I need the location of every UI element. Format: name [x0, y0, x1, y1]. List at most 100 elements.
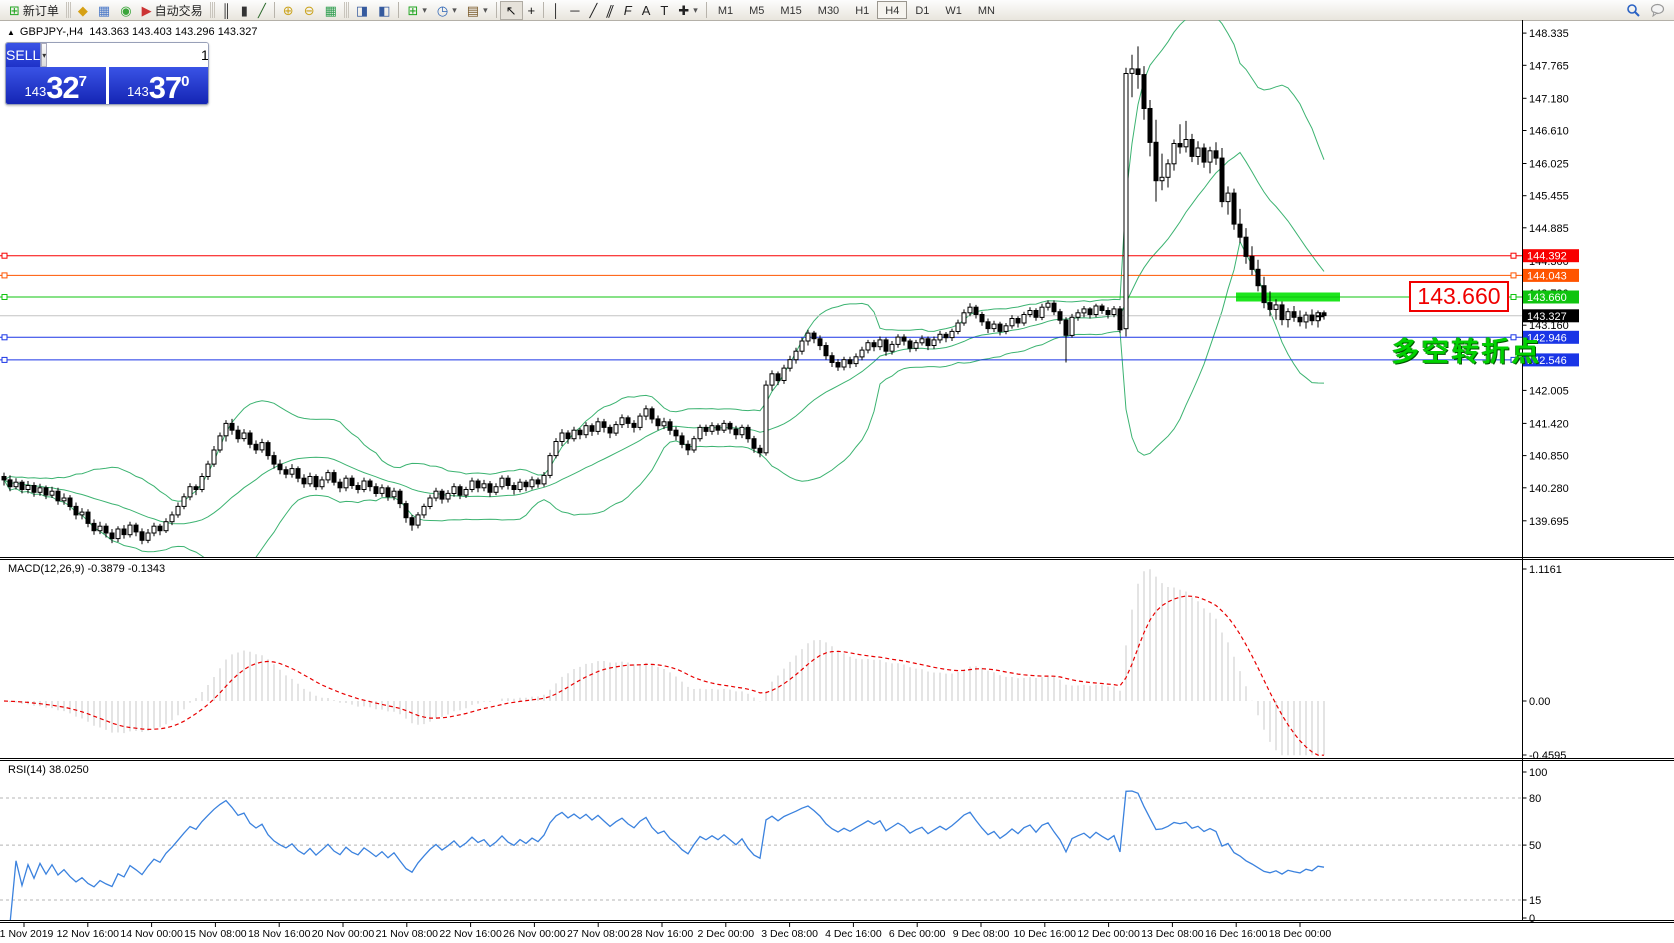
bull-candle	[890, 344, 894, 351]
timeframe-h4[interactable]: H4	[877, 1, 907, 19]
timeframe-m30[interactable]: M30	[810, 1, 847, 19]
timeframe-m5[interactable]: M5	[741, 1, 772, 19]
search-button[interactable]	[1621, 1, 1645, 20]
bull-candle	[260, 443, 264, 450]
bear-candle	[752, 439, 756, 449]
cursor-icon: ↖	[506, 4, 517, 17]
bear-candle	[536, 480, 540, 484]
indicators-button[interactable]: ⊞ ▾	[402, 1, 431, 20]
vline-tool-button[interactable]: │	[547, 1, 565, 20]
bull-candle	[326, 473, 330, 480]
bar-chart-button[interactable]: ║	[217, 1, 236, 20]
bull-candle	[1304, 315, 1308, 322]
timeframe-mn[interactable]: MN	[970, 1, 1003, 19]
line-handle[interactable]	[2, 295, 7, 300]
line-handle[interactable]	[2, 253, 7, 258]
bull-candle	[1010, 319, 1014, 326]
line-handle[interactable]	[2, 357, 7, 362]
collapse-icon[interactable]: ▲	[7, 28, 15, 37]
crosshair-tool-button[interactable]: +	[523, 1, 541, 20]
bull-candle	[1172, 144, 1176, 164]
cursor-tool-button[interactable]: ↖	[500, 1, 523, 20]
bull-candle	[788, 360, 792, 369]
time-axis-label: 21 Nov 08:00	[376, 928, 439, 940]
sell-price-button[interactable]: 143 32 7	[6, 67, 106, 104]
channel-tool-button[interactable]: ∥	[602, 1, 619, 20]
volume-input[interactable]	[47, 43, 209, 67]
periods-button[interactable]: ◷ ▾	[432, 1, 462, 20]
zoom-out-button[interactable]: ⊖	[299, 1, 320, 20]
timeframe-m15[interactable]: M15	[772, 1, 809, 19]
bull-candle	[80, 512, 84, 515]
candle-chart-button[interactable]: ▮	[236, 1, 253, 20]
trade-panel-price-row: 143 32 7 143 37 0	[6, 67, 208, 104]
timeframe-h1[interactable]: H1	[847, 1, 877, 19]
rsi-axis-label: 15	[1529, 895, 1541, 907]
chat-button[interactable]	[1645, 1, 1670, 20]
bull-candle	[710, 426, 714, 432]
bear-candle	[998, 324, 1002, 331]
bear-candle	[1232, 193, 1236, 224]
profile-prev-icon: ◧	[378, 4, 390, 17]
bull-candle	[446, 493, 450, 499]
dropdown-arrow-icon: ▾	[693, 5, 698, 16]
bull-candle	[530, 480, 534, 487]
bear-candle	[314, 477, 318, 487]
signals-button[interactable]: ◉	[115, 1, 136, 20]
turning-point-annotation[interactable]: 多空转折点	[1392, 330, 1542, 369]
hline-tool-button[interactable]: ─	[565, 1, 584, 20]
price-callout-box[interactable]: 143.660	[1409, 281, 1509, 312]
timeframe-w1[interactable]: W1	[937, 1, 970, 19]
line-chart-icon: ╱	[258, 4, 266, 17]
profile-next-button[interactable]: ◨	[351, 1, 373, 20]
time-axis-label: 12 Nov 16:00	[57, 928, 120, 940]
dropdown-arrow-icon: ▾	[483, 5, 488, 16]
chart-canvas[interactable]: 148.335147.765147.180146.610146.025145.4…	[0, 20, 1674, 943]
tile-windows-button[interactable]: ▦	[320, 1, 342, 20]
bear-candle	[506, 478, 510, 485]
profile-prev-button[interactable]: ◧	[373, 1, 395, 20]
bull-candle	[950, 331, 954, 337]
bull-candle	[938, 334, 942, 340]
timeframe-d1[interactable]: D1	[907, 1, 937, 19]
bear-candle	[248, 433, 252, 444]
bull-candle	[308, 477, 312, 484]
sell-button[interactable]: SELL	[6, 43, 41, 67]
profile-next-icon: ◨	[356, 4, 368, 17]
bear-candle	[1034, 311, 1038, 318]
line-chart-button[interactable]: ╱	[253, 1, 271, 20]
line-handle[interactable]	[2, 273, 7, 278]
bull-candle	[1208, 151, 1212, 162]
bull-candle	[554, 442, 558, 456]
buy-price-button[interactable]: 143 37 0	[109, 67, 209, 104]
line-handle[interactable]	[1511, 295, 1516, 300]
fibonacci-tool-button[interactable]: F	[619, 1, 637, 20]
bull-candle	[128, 525, 132, 535]
line-handle[interactable]	[2, 335, 7, 340]
bull-candle	[164, 522, 168, 531]
text-tool-button[interactable]: A	[637, 1, 656, 20]
text-label-tool-button[interactable]: T	[655, 1, 673, 20]
bear-candle	[1118, 309, 1122, 330]
zoom-in-button[interactable]: ⊕	[278, 1, 299, 20]
chart-symbol-period: GBPJPY-,H4	[20, 26, 83, 38]
bear-candle	[398, 491, 402, 503]
macd-histogram	[4, 569, 1324, 755]
timeframe-m1[interactable]: M1	[710, 1, 741, 19]
bear-candle	[884, 340, 888, 351]
line-handle[interactable]	[1511, 253, 1516, 258]
arrows-tool-button[interactable]: ✚ ▾	[673, 1, 702, 20]
tick-chart-button[interactable]: ◆	[73, 1, 93, 20]
trendline-tool-button[interactable]: ╱	[584, 1, 602, 20]
hline-icon: ─	[570, 4, 579, 17]
market-watch-button[interactable]: ▦	[93, 1, 115, 20]
autotrading-button[interactable]: ▶ 自动交易	[137, 1, 208, 20]
bull-candle	[380, 488, 384, 494]
buy-price-pip: 0	[181, 73, 189, 90]
line-handle[interactable]	[1511, 273, 1516, 278]
arrows-icon: ✚	[678, 4, 689, 17]
new-order-button[interactable]: ⊞ 新订单	[4, 1, 64, 20]
templates-button[interactable]: ▤ ▾	[462, 1, 493, 20]
candle-chart-icon: ▮	[241, 4, 248, 17]
bull-candle	[116, 529, 120, 539]
